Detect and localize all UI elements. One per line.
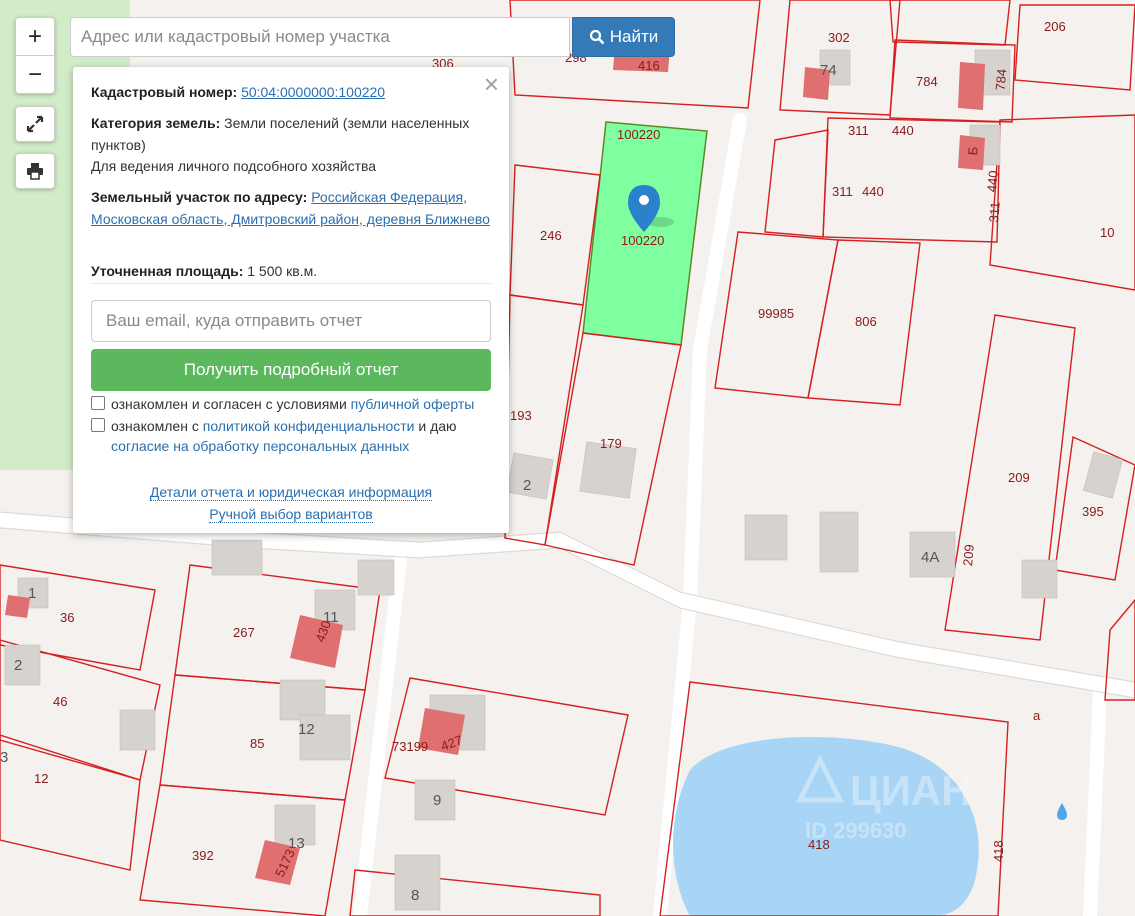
area-row: Уточненная площадь: 1 500 кв.м. xyxy=(91,261,491,283)
parcel-label: 100220 xyxy=(621,233,664,248)
privacy-agreement: ознакомлен с политикой конфиденциальност… xyxy=(91,416,491,456)
privacy-middle-text: и даю xyxy=(418,418,457,434)
parcel-label: 99985 xyxy=(758,306,794,321)
parcel-label: 440 xyxy=(862,184,884,199)
parcel-label: 36 xyxy=(60,610,74,625)
parcel-label: 418 xyxy=(991,840,1006,862)
zoom-in-button[interactable]: + xyxy=(16,18,54,55)
print-icon xyxy=(27,163,43,180)
parcel-label: 73199 xyxy=(392,739,428,754)
parcel-label: 302 xyxy=(828,30,850,45)
area-label: Уточненная площадь: xyxy=(91,263,244,279)
manual-selection-link[interactable]: Ручной выбор вариантов xyxy=(209,506,373,523)
parcel-label: 12 xyxy=(34,771,48,786)
land-category-label: Категория земель: xyxy=(91,115,221,131)
parcel-label: 206 xyxy=(1044,19,1066,34)
house-number: 13 xyxy=(288,835,305,852)
house-number: 2 xyxy=(14,657,22,674)
house-number: 11 xyxy=(323,609,339,626)
offer-link[interactable]: публичной оферты xyxy=(351,396,475,412)
fullscreen-button[interactable] xyxy=(15,106,55,142)
manual-selection-row: Ручной выбор вариантов xyxy=(73,506,509,523)
parcel-label: Б xyxy=(965,146,981,156)
offer-agreement: ознакомлен и согласен с условиями публич… xyxy=(91,394,491,414)
parcel-label: 806 xyxy=(855,314,877,329)
zoom-out-button[interactable]: − xyxy=(16,55,54,93)
address-row: Земельный участок по адресу: Российская … xyxy=(91,187,491,230)
house-number: 3 xyxy=(0,749,8,766)
parcel-label: 179 xyxy=(600,436,622,451)
parcel-label: 440 xyxy=(984,170,1001,193)
area-value: 1 500 кв.м. xyxy=(247,263,318,279)
parcel-label: 209 xyxy=(1008,470,1030,485)
details-link[interactable]: Детали отчета и юридическая информация xyxy=(149,484,433,501)
search-button[interactable]: Найти xyxy=(572,17,675,57)
search-input[interactable] xyxy=(70,17,570,57)
house-number: 1 xyxy=(28,585,36,602)
house-number: 9 xyxy=(433,792,441,809)
parcel-label: 100220 xyxy=(617,127,660,142)
parcel-label: 209 xyxy=(960,544,977,567)
divider xyxy=(91,283,491,284)
parcel-label: 267 xyxy=(233,625,255,640)
privacy-policy-link[interactable]: политикой конфиденциальности xyxy=(203,418,415,434)
offer-checkbox[interactable] xyxy=(91,396,105,410)
parcel-label: 418 xyxy=(808,837,830,852)
parcel-label: 311 xyxy=(986,201,1003,223)
parcel-label: 246 xyxy=(540,228,562,243)
house-number: 2 xyxy=(523,477,531,494)
house-number: 8 xyxy=(411,887,419,904)
cadastral-number-link[interactable]: 50:04:0000000:100220 xyxy=(241,84,385,100)
parcel-label: 193 xyxy=(510,408,532,423)
cadastral-number-label: Кадастровый номер: xyxy=(91,84,238,100)
zoom-control: + − xyxy=(15,17,55,94)
address-label: Земельный участок по адресу: xyxy=(91,189,308,205)
house-number: 4А xyxy=(921,549,939,566)
privacy-checkbox[interactable] xyxy=(91,418,105,432)
parcel-info-popup: × Кадастровый номер: 50:04:0000000:10022… xyxy=(73,67,509,533)
parcel-label: 784 xyxy=(916,74,938,89)
parcel-label: a xyxy=(1033,708,1041,723)
svg-text:ЦИАН: ЦИАН xyxy=(850,767,972,814)
parcel-label: 311 xyxy=(848,123,869,138)
offer-text: ознакомлен и согласен с условиями xyxy=(111,396,347,412)
land-usage: Для ведения личного подсобного хозяйства xyxy=(91,158,377,174)
parcel-label: 46 xyxy=(53,694,67,709)
search-icon xyxy=(589,29,605,45)
parcel-label: 311 xyxy=(832,184,853,199)
land-category-row: Категория земель: Земли поселений (земли… xyxy=(91,113,491,178)
fullscreen-icon xyxy=(26,115,44,133)
parcel-label: 440 xyxy=(892,123,914,138)
parcel-label: 10 xyxy=(1100,225,1114,240)
house-number: 12 xyxy=(298,721,315,738)
parcel-label: 784 xyxy=(993,68,1010,91)
cadastral-number-row: Кадастровый номер: 50:04:0000000:100220 xyxy=(91,82,491,104)
parcel-label: 416 xyxy=(638,58,660,73)
parcel-label: 85 xyxy=(250,736,264,751)
email-field[interactable] xyxy=(91,300,491,342)
privacy-text: ознакомлен с xyxy=(111,418,199,434)
details-link-row: Детали отчета и юридическая информация xyxy=(73,484,509,501)
get-report-button[interactable]: Получить подробный отчет xyxy=(91,349,491,391)
house-number: 74 xyxy=(820,62,837,79)
search-button-label: Найти xyxy=(609,27,659,46)
parcel-label: 395 xyxy=(1082,504,1104,519)
parcel-label: 392 xyxy=(192,848,214,863)
consent-link[interactable]: согласие на обработку персональных данны… xyxy=(91,438,409,454)
print-button[interactable] xyxy=(15,153,55,189)
